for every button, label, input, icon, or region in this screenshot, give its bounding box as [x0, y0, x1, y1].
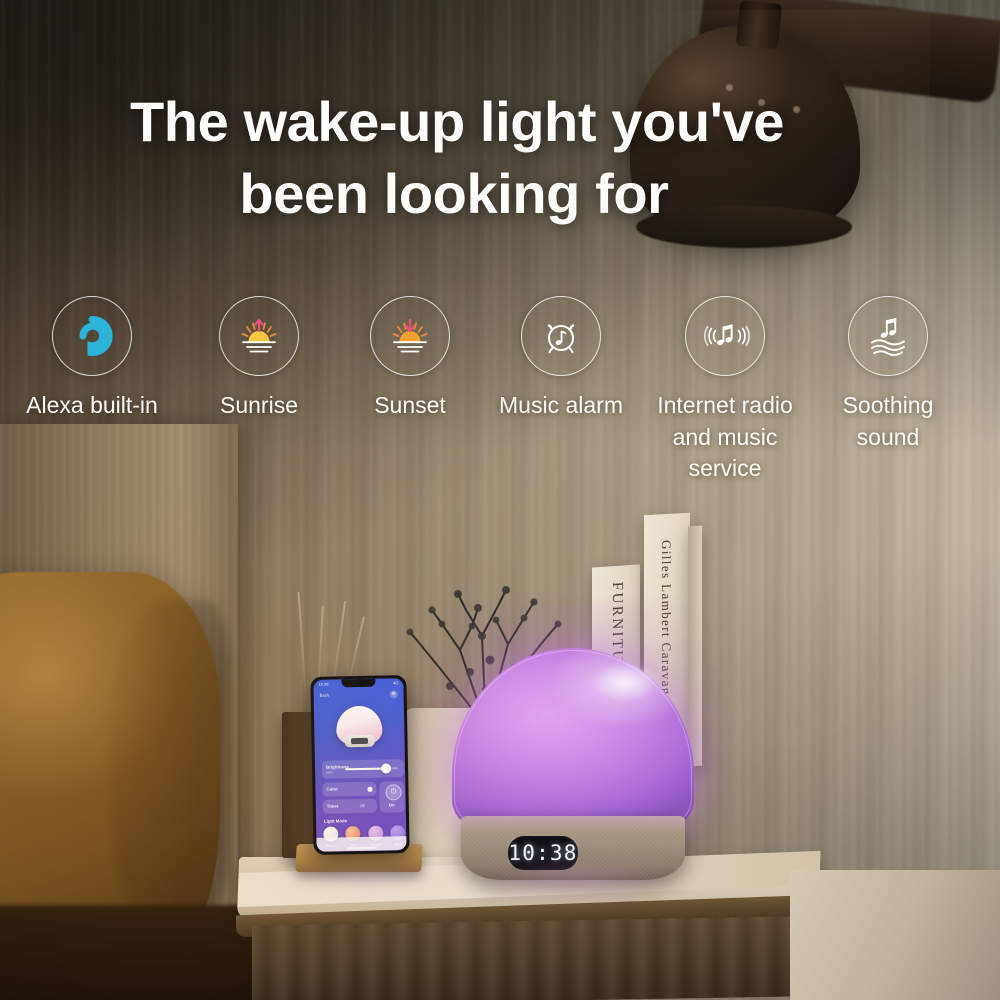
feature-label: Alexa built-in: [26, 392, 158, 418]
brightness-value: 80%: [326, 770, 333, 775]
sunset-icon: [392, 318, 428, 353]
timer-label: Timer: [326, 803, 339, 809]
feature-icon-circle: [219, 296, 299, 376]
feature-label: Sunrise: [220, 392, 298, 418]
feature-label: Music alarm: [499, 392, 623, 418]
settings-gear-icon[interactable]: ⚙: [389, 690, 398, 699]
phone-screen[interactable]: 10:38 4G Back ⚙ Brightness 80% Color Tim…: [313, 678, 407, 852]
feature-icon-circle: [52, 296, 132, 376]
alexa-ring-icon: [79, 316, 113, 356]
timer-value: Off: [359, 803, 365, 808]
color-label: Color: [326, 786, 338, 792]
bed-shadow: [0, 905, 260, 1000]
wake-up-light-device: 10:38: [452, 648, 694, 880]
feature-sunrise[interactable]: Sunrise: [184, 296, 334, 422]
feature-label: Soothing sound: [842, 392, 934, 450]
feature-alexa[interactable]: Alexa built-in: [0, 296, 184, 422]
device-table-reflection: [470, 866, 680, 896]
soothing-water-note-icon: [871, 318, 905, 356]
phone-notch: [341, 678, 376, 688]
feature-icon-circle: [521, 296, 601, 376]
color-swatch-dot[interactable]: [367, 786, 373, 792]
sunrise-icon: [241, 318, 277, 353]
headline-line-1: The wake-up light you've: [130, 90, 785, 153]
feature-label: Sunset: [374, 392, 446, 418]
feature-sunset[interactable]: Sunset: [334, 296, 486, 422]
phone-tab-bar[interactable]: [316, 836, 407, 852]
nightstand-body: [252, 916, 812, 1000]
feature-icon-circle: [370, 296, 450, 376]
headline-line-2: been looking for: [239, 161, 669, 225]
device-clock-display: 10:38: [508, 836, 578, 870]
feature-icon-circle: [685, 296, 765, 376]
pillow-fold-shadow: [110, 600, 230, 930]
app-back-button[interactable]: Back: [320, 693, 330, 698]
status-network: 4G: [393, 679, 399, 685]
device-base-light-spill: [461, 816, 685, 832]
phone-table-reflection: [280, 868, 450, 896]
music-alarm-clock-icon: [547, 324, 575, 353]
feature-internet-radio[interactable]: Internet radio and music service: [636, 296, 814, 485]
feature-soothing-sound[interactable]: Soothing sound: [814, 296, 962, 453]
brightness-slider-knob[interactable]: [380, 763, 391, 774]
feature-icon-circle: [848, 296, 928, 376]
clock-time: 10:38: [508, 841, 578, 865]
feature-label: Internet radio and music service: [657, 392, 793, 482]
light-mode-heading: Light Mode: [324, 818, 348, 824]
power-state-label: On: [388, 802, 395, 808]
smartphone: 10:38 4G Back ⚙ Brightness 80% Color Tim…: [310, 675, 410, 855]
feature-music-alarm[interactable]: Music alarm: [486, 296, 636, 422]
feature-row: Alexa built-in Sunrise Sunset Music alar…: [0, 296, 1000, 485]
light-dome-highlight: [590, 662, 662, 702]
product-marketing-image: FURNITURE Gilles Lambert Caravaggio 10:3…: [0, 0, 1000, 1000]
floor-right: [790, 870, 1000, 1000]
status-time: 10:38: [318, 681, 329, 687]
radio-music-waves-icon: [704, 324, 750, 347]
app-product-display: [350, 737, 369, 745]
page-title: The wake-up light you've been looking fo…: [130, 86, 900, 229]
